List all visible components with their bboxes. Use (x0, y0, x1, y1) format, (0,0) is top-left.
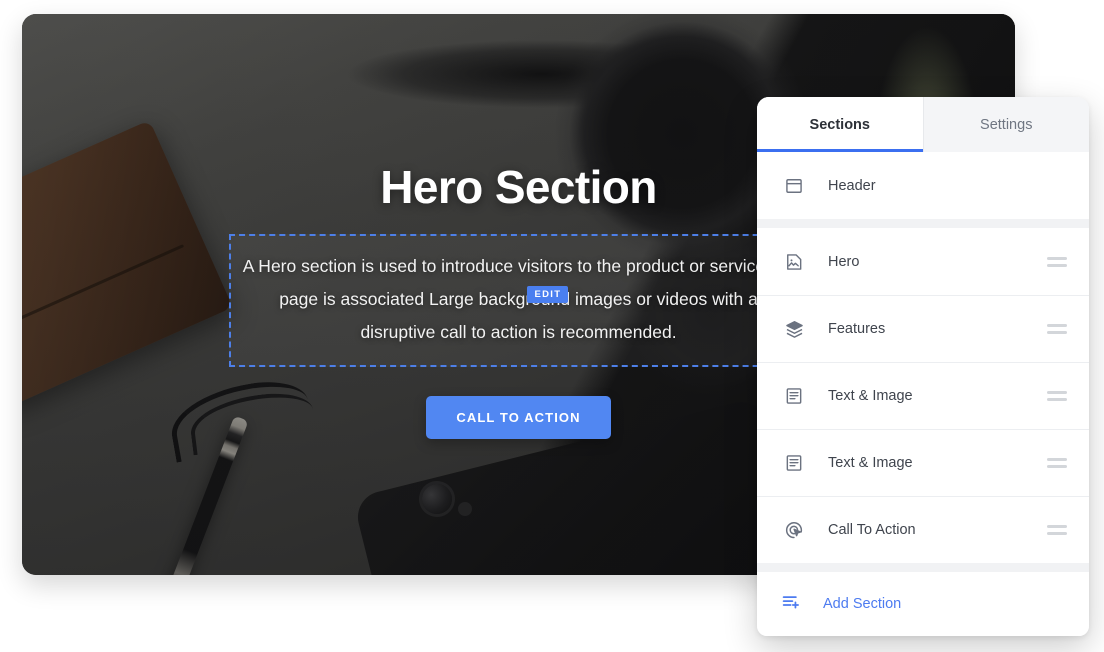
section-item-label: Text & Image (828, 388, 913, 404)
section-item-label: Hero (828, 253, 860, 270)
drag-handle-icon[interactable] (1047, 525, 1067, 535)
add-section-button[interactable]: Add Section (757, 572, 1089, 636)
drag-handle-icon[interactable] (1047, 256, 1067, 267)
hero-paragraph: A Hero section is used to introduce visi… (242, 256, 795, 342)
section-editor-panel: Sections Settings Header Hero Features T… (757, 97, 1089, 636)
section-item-hero[interactable]: Hero (757, 228, 1089, 295)
section-item-label: Text & Image (828, 455, 913, 471)
section-item-features[interactable]: Features (757, 295, 1089, 362)
window-icon (781, 173, 807, 199)
section-item-label: Header (828, 177, 876, 194)
drag-handle-icon[interactable] (1047, 324, 1067, 334)
image-icon (781, 249, 807, 275)
call-to-action-button[interactable]: CALL TO ACTION (426, 396, 611, 439)
panel-body: Header Hero Features Text & Image Text &… (757, 152, 1089, 636)
section-list: Hero Features Text & Image Text & Image … (757, 228, 1089, 563)
section-item-header[interactable]: Header (757, 152, 1089, 219)
hero-title: Hero Section (380, 161, 657, 213)
click-icon (781, 517, 807, 543)
add-section-label: Add Section (823, 596, 902, 612)
text-doc-icon (781, 450, 807, 476)
edit-badge[interactable]: EDIT (526, 286, 569, 303)
text-doc-icon (781, 383, 807, 409)
layers-icon (781, 316, 807, 342)
section-item-text-image-1[interactable]: Text & Image (757, 362, 1089, 429)
panel-divider (757, 219, 1089, 228)
drag-handle-icon[interactable] (1047, 391, 1067, 401)
tab-sections[interactable]: Sections (757, 97, 923, 152)
tab-settings[interactable]: Settings (922, 97, 1089, 152)
panel-tabs: Sections Settings (757, 97, 1089, 152)
hero-text-selection-box[interactable]: A Hero section is used to introduce visi… (228, 234, 809, 367)
header-section-group: Header (757, 152, 1089, 219)
section-item-text-image-2[interactable]: Text & Image (757, 429, 1089, 496)
section-item-call-to-action[interactable]: Call To Action (757, 496, 1089, 563)
list-plus-icon (781, 591, 802, 617)
section-item-label: Call To Action (828, 522, 916, 538)
drag-handle-icon[interactable] (1047, 458, 1067, 468)
panel-divider (757, 563, 1089, 572)
section-item-label: Features (828, 321, 886, 337)
